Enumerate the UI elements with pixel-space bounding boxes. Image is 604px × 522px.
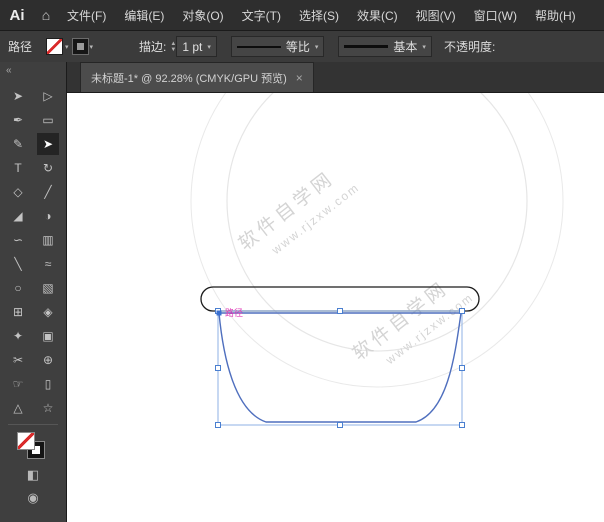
width-profile-value: 等比	[285, 40, 310, 54]
handle-bottom-left[interactable]	[215, 422, 221, 428]
tools-panel: « ➤ ▷ ✒ ▭ ✎ ➤ T ↻ ◇ ╱ ◢ ◑ ∽ ▥ ╲ ≈ ○ ▧ ⊞ ◈ ✦ ▣ ✂ ⊕ ☞ ▯ △ ☆ ◧ ◉	[0, 62, 67, 522]
screen-mode-icon[interactable]: ◉	[22, 488, 44, 508]
fill-none-swatch-icon	[46, 38, 64, 55]
document-tab[interactable]: 未标题-1* @ 92.28% (CMYK/GPU 预览) ×	[80, 62, 314, 92]
gradient-tool[interactable]: ▧	[37, 277, 59, 299]
artboard-tool[interactable]: ▯	[37, 373, 59, 395]
handle-bottom-center[interactable]	[337, 422, 343, 428]
menu-item-0[interactable]: 文件(F)	[58, 7, 115, 24]
handle-middle-left[interactable]	[215, 365, 221, 371]
stroke-swatch-icon	[71, 38, 89, 55]
selection-tool[interactable]: ➤	[37, 133, 59, 155]
menu-item-2[interactable]: 对象(O)	[173, 7, 232, 24]
eraser-tool[interactable]: ◇	[7, 181, 29, 203]
scissors-tool[interactable]: ✂	[7, 349, 29, 371]
group-selection-tool[interactable]: ➤	[7, 85, 29, 107]
collapse-panel-icon[interactable]: «	[0, 62, 66, 83]
knife-tool[interactable]: ╱	[37, 181, 59, 203]
fill-color-picker[interactable]: ▾	[46, 38, 69, 55]
column-graph-tool[interactable]: ▥	[37, 229, 59, 251]
opacity-label: 不透明度:	[443, 40, 496, 54]
chevron-down-icon: ▾	[65, 43, 69, 51]
star-tool[interactable]: ☆	[37, 397, 59, 419]
rotate-tool[interactable]: ↻	[37, 157, 59, 179]
menu-item-3[interactable]: 文字(T)	[233, 7, 290, 24]
width-profile-preview-icon	[236, 45, 281, 48]
chevron-down-icon: ▾	[314, 43, 319, 51]
selection-type-label: 路径	[8, 40, 33, 54]
menu-item-4[interactable]: 选择(S)	[290, 7, 348, 24]
hand-tool[interactable]: ☞	[7, 373, 29, 395]
menu-item-6[interactable]: 视图(V)	[407, 7, 465, 24]
stroke-weight-label: 描边:	[139, 40, 167, 54]
brush-definition-select[interactable]: 基本 ▾	[338, 36, 432, 57]
blend-tool[interactable]: ◑	[37, 205, 59, 227]
close-icon[interactable]: ×	[296, 71, 303, 85]
watermark: 软件自学网 www.rjzxw.com 软件自学网 www.rjzxw.com	[190, 93, 564, 388]
control-bar: 路径 ▾ ▾ 描边: ▲ ▼ 1 pt ▾ 等比 ▾ 基本 ▾ 不透明度:	[0, 31, 604, 63]
handle-top-right[interactable]	[459, 308, 465, 314]
zoom-tool[interactable]: ⊕	[37, 349, 59, 371]
toolbar-divider	[8, 424, 58, 425]
menu-item-1[interactable]: 编辑(E)	[115, 7, 173, 24]
menu-bar: Ai ⌂ 文件(F) 编辑(E) 对象(O) 文字(T) 选择(S) 效果(C) 视图(V)…	[0, 0, 604, 31]
handle-top-center[interactable]	[337, 308, 343, 314]
mesh-tool[interactable]: ⊞	[7, 301, 29, 323]
artboard[interactable]: 软件自学网 www.rjzxw.com 软件自学网 www.rjzxw.com	[67, 93, 604, 522]
menu-item-5[interactable]: 效果(C)	[348, 7, 407, 24]
width-profile-select[interactable]: 等比 ▾	[230, 36, 325, 57]
menu-item-7[interactable]: 窗口(W)	[465, 7, 526, 24]
handle-bottom-right[interactable]	[459, 422, 465, 428]
perspective-grid-tool[interactable]: △	[7, 397, 29, 419]
free-transform-tool[interactable]: ▣	[37, 325, 59, 347]
canvas[interactable]: 软件自学网 www.rjzxw.com 软件自学网 www.rjzxw.com	[67, 93, 604, 522]
handle-middle-right[interactable]	[459, 365, 465, 371]
stroke-weight-value: 1 pt	[182, 39, 203, 54]
menu-item-8[interactable]: 帮助(H)	[526, 7, 585, 24]
menu-items: 文件(F) 编辑(E) 对象(O) 文字(T) 选择(S) 效果(C) 视图(V) 窗口(W)…	[58, 7, 585, 24]
width-tool[interactable]: ≈	[37, 253, 59, 275]
draw-mode-icon[interactable]: ◧	[22, 465, 44, 485]
illustrator-window: Ai ⌂ 文件(F) 编辑(E) 对象(O) 文字(T) 选择(S) 效果(C) 视图(V)…	[0, 0, 604, 522]
brush-definition-value: 基本	[393, 40, 418, 54]
direct-selection-tool[interactable]: ▷	[37, 85, 59, 107]
stroke-weight-select[interactable]: 1 pt ▾	[176, 36, 217, 57]
document-tab-bar: 未标题-1* @ 92.28% (CMYK/GPU 预览) ×	[67, 62, 604, 93]
shape-builder-tool[interactable]: ◈	[37, 301, 59, 323]
chevron-down-icon: ▾	[89, 43, 94, 51]
type-tool[interactable]: T	[7, 157, 29, 179]
stroke-color-picker[interactable]: ▾	[71, 38, 94, 55]
fill-stroke-indicator[interactable]	[15, 431, 51, 461]
anchor-point-selected[interactable]	[216, 310, 222, 316]
slice-tool[interactable]: ╲	[7, 253, 29, 275]
chevron-down-icon: ▾	[207, 43, 211, 51]
pen-tool[interactable]: ✒	[7, 109, 29, 131]
rectangle-tool[interactable]: ▭	[37, 109, 59, 131]
fill-indicator-icon[interactable]	[17, 432, 35, 450]
symbol-sprayer-tool[interactable]: ✦	[7, 325, 29, 347]
document-area: 未标题-1* @ 92.28% (CMYK/GPU 预览) × 软件自学网 ww…	[67, 62, 604, 522]
document-tab-title: 未标题-1* @ 92.28% (CMYK/GPU 预览)	[91, 72, 287, 85]
eyedropper-tool[interactable]: ◢	[7, 205, 29, 227]
path-tooltip-label: 路径	[225, 307, 243, 318]
home-icon[interactable]: ⌂	[34, 7, 58, 23]
paintbrush-tool[interactable]: ✎	[7, 133, 29, 155]
toolbar-bottom: ◧ ◉	[0, 465, 66, 508]
ellipse-tool[interactable]: ○	[7, 277, 29, 299]
tool-grid: ➤ ▷ ✒ ▭ ✎ ➤ T ↻ ◇ ╱ ◢ ◑ ∽ ▥ ╲ ≈ ○ ▧ ⊞ ◈ ✦ ▣ ✂ ⊕ ☞ ▯ △ ☆	[0, 83, 66, 419]
curvature-tool[interactable]: ∽	[7, 229, 29, 251]
app-logo: Ai	[9, 6, 25, 24]
brush-preview-icon	[344, 45, 389, 48]
chevron-down-icon: ▾	[422, 43, 426, 51]
